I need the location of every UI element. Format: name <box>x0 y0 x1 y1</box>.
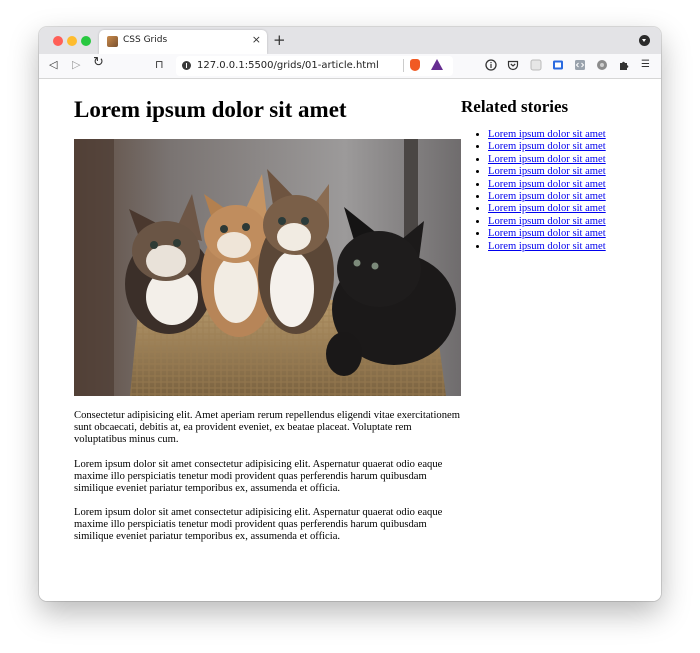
url-text[interactable]: 127.0.0.1:5500/grids/01-article.html <box>197 60 379 71</box>
bookmark-icon[interactable]: ⊓ <box>155 58 164 72</box>
story-link[interactable]: Lorem ipsum dolor sit amet <box>488 241 606 252</box>
list-item: Lorem ipsum dolor sit amet <box>488 166 606 178</box>
tab-list-dropdown-icon[interactable] <box>639 35 650 46</box>
story-link[interactable]: Lorem ipsum dolor sit amet <box>488 129 606 140</box>
article-heading: Lorem ipsum dolor sit amet <box>74 97 347 122</box>
minimize-window-button[interactable] <box>67 36 77 46</box>
kitten-favicon-icon <box>107 36 118 47</box>
article-paragraph: Consectetur adipisicing elit. Amet aperi… <box>74 410 460 446</box>
story-link[interactable]: Lorem ipsum dolor sit amet <box>488 216 606 227</box>
story-link[interactable]: Lorem ipsum dolor sit amet <box>488 141 606 152</box>
pocket-icon[interactable] <box>507 59 519 71</box>
maximize-window-button[interactable] <box>81 36 91 46</box>
story-link[interactable]: Lorem ipsum dolor sit amet <box>488 203 606 214</box>
kittens-photo <box>74 139 461 396</box>
page-content: Lorem ipsum dolor sit amet Consectetur a… <box>39 79 661 601</box>
url-divider <box>403 59 404 72</box>
story-link[interactable]: Lorem ipsum dolor sit amet <box>488 191 606 202</box>
url-bar[interactable]: 127.0.0.1:5500/grids/01-article.html <box>176 56 453 76</box>
article-paragraph: Lorem ipsum dolor sit amet consectetur a… <box>74 507 443 543</box>
globe-extension-icon[interactable] <box>596 59 608 71</box>
list-item: Lorem ipsum dolor sit amet <box>488 216 606 228</box>
sidebar-heading: Related stories <box>461 97 569 116</box>
story-link[interactable]: Lorem ipsum dolor sit amet <box>488 228 606 239</box>
story-link[interactable]: Lorem ipsum dolor sit amet <box>488 179 606 190</box>
list-item: Lorem ipsum dolor sit amet <box>488 241 606 253</box>
kittens-in-basket-image <box>74 139 461 396</box>
extension-square-icon[interactable] <box>530 59 542 71</box>
list-item: Lorem ipsum dolor sit amet <box>488 141 606 153</box>
menu-icon[interactable]: ☰ <box>641 58 650 72</box>
tab-close-icon[interactable]: × <box>252 33 261 46</box>
article-paragraph: Lorem ipsum dolor sit amet consectetur a… <box>74 459 443 495</box>
reload-icon[interactable]: ↻ <box>93 56 104 70</box>
list-item: Lorem ipsum dolor sit amet <box>488 154 606 166</box>
tab-bar: CSS Grids × + <box>39 27 661 54</box>
forward-icon[interactable]: ▷ <box>72 58 80 72</box>
story-link[interactable]: Lorem ipsum dolor sit amet <box>488 154 606 165</box>
new-tab-button[interactable]: + <box>273 31 286 49</box>
tab-title: CSS Grids <box>123 35 168 45</box>
list-item: Lorem ipsum dolor sit amet <box>488 203 606 215</box>
list-item: Lorem ipsum dolor sit amet <box>488 191 606 203</box>
brave-rewards-icon[interactable] <box>431 59 443 70</box>
extensions-puzzle-icon[interactable] <box>618 59 630 71</box>
back-icon[interactable]: ◁ <box>49 58 57 72</box>
site-info-icon[interactable] <box>182 61 191 70</box>
devtools-extension-icon[interactable] <box>574 59 586 71</box>
brave-shields-icon[interactable] <box>410 59 420 71</box>
browser-window: CSS Grids × + ◁ ▷ ↻ ⊓ 127.0.0.1:5500/gri… <box>39 27 661 601</box>
info-circle-icon[interactable] <box>485 59 497 71</box>
list-item: Lorem ipsum dolor sit amet <box>488 179 606 191</box>
navigation-toolbar: ◁ ▷ ↻ ⊓ 127.0.0.1:5500/grids/01-article.… <box>39 54 661 79</box>
list-item: Lorem ipsum dolor sit amet <box>488 129 606 141</box>
close-window-button[interactable] <box>53 36 63 46</box>
tab-css-grids[interactable]: CSS Grids × <box>99 30 267 54</box>
reader-extension-icon[interactable] <box>552 59 564 71</box>
list-item: Lorem ipsum dolor sit amet <box>488 228 606 240</box>
story-link[interactable]: Lorem ipsum dolor sit amet <box>488 166 606 177</box>
related-stories-list: Lorem ipsum dolor sit amet Lorem ipsum d… <box>461 129 606 253</box>
